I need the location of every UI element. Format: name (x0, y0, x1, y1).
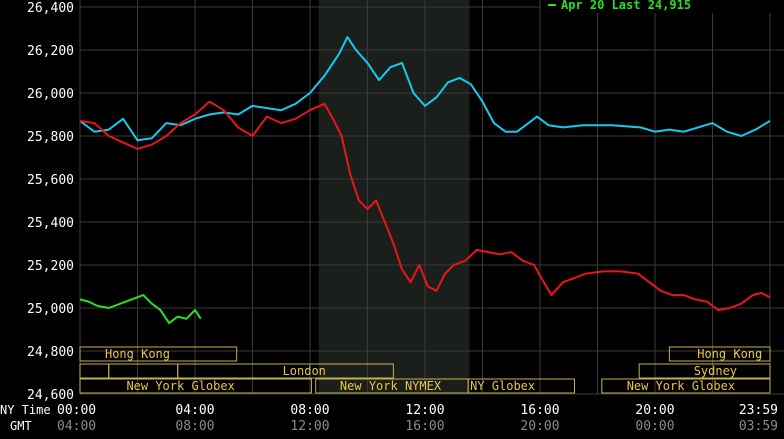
x-tick-label-gmt: 04:00 (57, 419, 96, 434)
x-tick-label-gmt: 20:00 (520, 419, 559, 434)
y-tick-label: 25,200 (27, 259, 74, 274)
y-tick-label: 26,000 (27, 87, 74, 102)
x-tick-label-gmt: 03:59 (739, 419, 778, 434)
session-label: New York Globex (627, 379, 735, 393)
session-label: New York NYMEX (340, 379, 442, 393)
x-tick-label-gmt: 00:00 (635, 419, 674, 434)
x-tick-label-gmt: 12:00 (290, 419, 329, 434)
y-tick-label: 24,600 (27, 388, 74, 403)
y-tick-label: 25,800 (27, 130, 74, 145)
x-tick-label-ny: 08:00 (290, 403, 329, 418)
session-label: London (283, 364, 326, 378)
session-label: Sydney (694, 364, 737, 378)
x-tick-label-gmt: 16:00 (405, 419, 444, 434)
y-tick-label: 25,000 (27, 302, 74, 317)
x-tick-label-ny: 23:59 (739, 403, 778, 418)
y-tick-label: 25,600 (27, 173, 74, 188)
session-label: Hong Kong (697, 347, 762, 361)
y-tick-label: 24,800 (27, 345, 74, 360)
x-axis-row-label-gmt: GMT (10, 419, 32, 433)
x-tick-label-ny: 16:00 (520, 403, 559, 418)
y-tick-label: 26,400 (27, 1, 74, 16)
shaded-session-region (318, 0, 470, 394)
y-tick-label: 25,400 (27, 216, 74, 231)
session-label: Hong Kong (105, 347, 170, 361)
session-label: New York Globex (126, 379, 234, 393)
x-axis-row-label-ny: NY Time (0, 403, 51, 417)
x-tick-label-ny: 04:00 (175, 403, 214, 418)
x-tick-label-ny: 00:00 (57, 403, 96, 418)
session-label: NY Globex (470, 379, 535, 393)
legend-label: Apr 20 Last 24,915 (561, 0, 691, 12)
x-tick-label-gmt: 08:00 (175, 419, 214, 434)
x-tick-label-ny: 12:00 (405, 403, 444, 418)
x-tick-label-ny: 20:00 (635, 403, 674, 418)
market-chart: 24,600 24,800 25,000 25,200 25,400 25,600 25,8… (0, 0, 784, 434)
y-tick-label: 26,200 (27, 44, 74, 59)
